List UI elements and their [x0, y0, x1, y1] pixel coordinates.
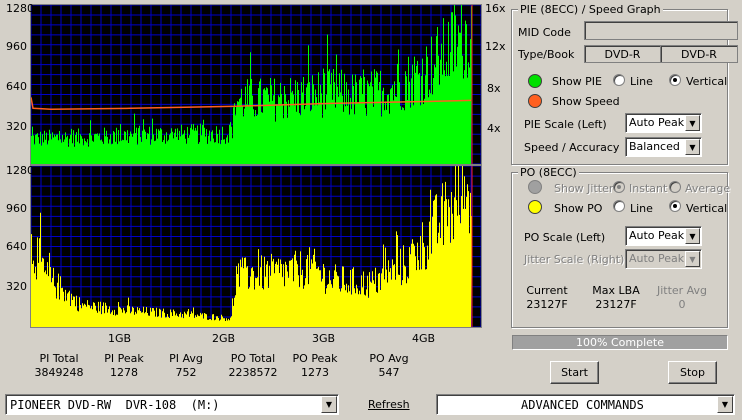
- pie-vertical-radio[interactable]: [669, 74, 681, 86]
- jitter-instant-label[interactable]: Instant: [629, 182, 667, 195]
- speed-y-tick-2: 8x: [487, 82, 501, 95]
- chevron-down-icon[interactable]: ▼: [685, 139, 700, 155]
- refresh-link[interactable]: Refresh: [368, 398, 410, 411]
- jitter-instant-radio[interactable]: [613, 181, 625, 193]
- speed-y-tick-0: 16x: [485, 2, 506, 15]
- speed-accuracy-label: Speed / Accuracy: [524, 141, 620, 154]
- mid-code-label: MID Code: [518, 26, 571, 39]
- type-field: DVD-R: [584, 45, 661, 63]
- book-field: DVD-R: [660, 45, 738, 63]
- max-lba: Max LBA 23127F: [592, 284, 640, 311]
- po-line-label[interactable]: Line: [630, 202, 653, 215]
- advanced-commands-select[interactable]: ADVANCED COMMANDS ▼: [436, 394, 735, 415]
- speed-color-indicator: [528, 94, 542, 108]
- stop-button[interactable]: Stop: [668, 361, 717, 384]
- pie-line-radio[interactable]: [613, 74, 625, 86]
- po-panel-title: PO (8ECC): [518, 166, 579, 179]
- chevron-down-icon[interactable]: ▼: [685, 251, 700, 267]
- pie-vertical-label[interactable]: Vertical: [686, 75, 727, 88]
- show-po-label[interactable]: Show PO: [554, 202, 602, 215]
- po-scale-select[interactable]: Auto Peak ▼: [625, 226, 702, 246]
- chevron-down-icon[interactable]: ▼: [685, 228, 700, 244]
- chevron-down-icon[interactable]: ▼: [685, 115, 700, 131]
- po-line-radio[interactable]: [613, 200, 625, 212]
- pie-graph: [30, 4, 482, 165]
- jitter-average-label[interactable]: Average: [685, 182, 730, 195]
- pie-color-indicator: [528, 74, 542, 88]
- pie-y-tick-0: 1280: [6, 2, 34, 15]
- stat-po-total: PO Total 2238572: [228, 352, 278, 379]
- pie-scale-select[interactable]: Auto Peak ▼: [625, 113, 702, 133]
- stat-po-peak: PO Peak 1273: [292, 352, 338, 379]
- speed-accuracy-select[interactable]: Balanced ▼: [625, 137, 702, 157]
- po-graph: [30, 165, 482, 328]
- show-jitter-label[interactable]: Show Jitter: [554, 182, 613, 195]
- show-speed-label[interactable]: Show Speed: [552, 95, 620, 108]
- jitter-color-indicator: [528, 180, 542, 194]
- pie-y-tick-2: 640: [6, 80, 27, 93]
- jitter-average-radio[interactable]: [669, 181, 681, 193]
- pie-graph-canvas: [31, 5, 481, 164]
- stat-pi-avg: PI Avg 752: [169, 352, 203, 379]
- po-vertical-label[interactable]: Vertical: [686, 202, 727, 215]
- drive-select[interactable]: PIONEER DVD-RW DVR-108 (M:) ▼: [5, 394, 339, 415]
- mid-code-field: [584, 21, 738, 40]
- chevron-down-icon[interactable]: ▼: [321, 396, 337, 413]
- stat-pi-peak: PI Peak 1278: [104, 352, 144, 379]
- progress-bar: 100% Complete: [512, 335, 728, 350]
- stat-po-avg: PO Avg 547: [369, 352, 409, 379]
- pie-panel-title: PIE (8ECC) / Speed Graph: [518, 3, 663, 16]
- start-button[interactable]: Start: [550, 361, 599, 384]
- po-color-indicator: [528, 200, 542, 214]
- pie-scale-label: PIE Scale (Left): [524, 118, 607, 131]
- po-graph-canvas: [31, 166, 481, 327]
- x-tick-4gb: 4GB: [412, 332, 436, 345]
- chevron-down-icon[interactable]: ▼: [717, 396, 733, 413]
- jitter-scale-select[interactable]: Auto Peak ▼: [625, 249, 702, 269]
- jitter-avg: Jitter Avg 0: [656, 284, 708, 311]
- current-lba: Current 23127F: [526, 284, 568, 311]
- type-book-label: Type/Book: [518, 48, 575, 61]
- stat-pi-total: PI Total 3849248: [34, 352, 84, 379]
- show-pie-label[interactable]: Show PIE: [552, 75, 602, 88]
- po-vertical-radio[interactable]: [669, 200, 681, 212]
- x-tick-2gb: 2GB: [212, 332, 236, 345]
- po-y-tick-3: 320: [6, 280, 27, 293]
- speed-y-tick-1: 12x: [485, 40, 506, 53]
- pie-y-tick-1: 960: [6, 40, 27, 53]
- speed-y-tick-3: 4x: [487, 122, 501, 135]
- pie-line-label[interactable]: Line: [630, 75, 653, 88]
- pie-y-tick-3: 320: [6, 120, 27, 133]
- po-y-tick-1: 960: [6, 202, 27, 215]
- po-y-tick-2: 640: [6, 240, 27, 253]
- po-scale-label: PO Scale (Left): [524, 231, 606, 244]
- x-tick-3gb: 3GB: [312, 332, 336, 345]
- x-tick-1gb: 1GB: [108, 332, 132, 345]
- jitter-scale-label: Jitter Scale (Right): [524, 253, 625, 266]
- po-y-tick-0: 1280: [6, 164, 34, 177]
